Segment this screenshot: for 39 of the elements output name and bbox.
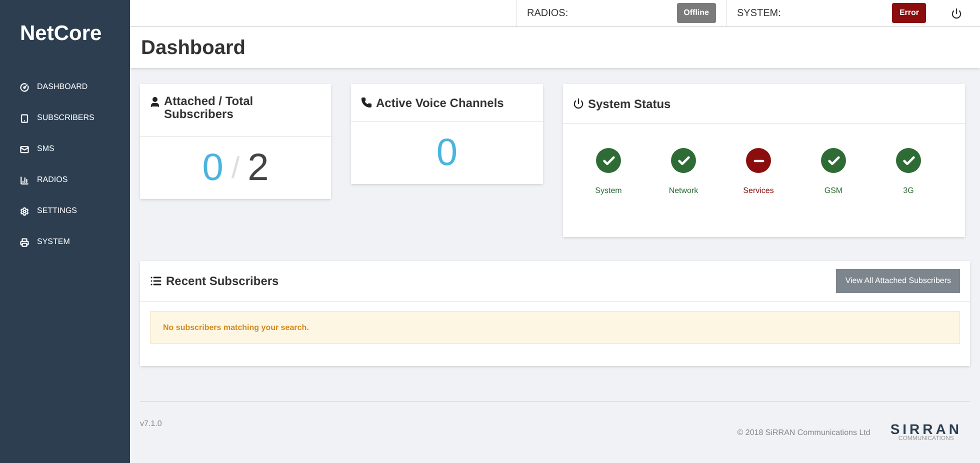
status-badge: Error (892, 3, 926, 23)
indicator-label: RADIOS: (527, 6, 568, 20)
signal-bars-icon (20, 176, 29, 184)
total-count: 2 (248, 146, 269, 190)
sidebar-item[interactable]: DASHBOARD (0, 72, 130, 102)
page-title: Dashboard (141, 36, 246, 60)
status-label: 3G (903, 185, 914, 197)
dashboard-icon (20, 82, 29, 92)
mail-icon (20, 144, 29, 154)
printer-icon (20, 238, 29, 246)
user-icon (149, 96, 161, 108)
tablet-icon (20, 114, 29, 122)
view-all-button[interactable]: View All Attached Subscribers (836, 269, 960, 293)
indicator-label: SYSTEM: (737, 6, 781, 20)
status-label: Network (668, 185, 698, 197)
card-title: System Status (588, 96, 671, 112)
separator: / (231, 150, 240, 186)
brand-logo: NetCore (19, 21, 103, 47)
attached-count: 0 (202, 146, 224, 190)
phone-icon (361, 97, 372, 108)
voice-count: 0 (436, 130, 458, 176)
list-icon (150, 275, 162, 287)
version-text: v7.1.0 (140, 418, 162, 430)
copyright-text: © 2018 SiRRAN Communications Ltd (737, 426, 870, 438)
sidebar-item[interactable]: RADIOS (0, 164, 130, 196)
status-label: Services (743, 185, 774, 197)
sidebar-item[interactable]: SUBSCRIBERS (0, 102, 130, 134)
sidebar-item[interactable]: SYSTEM (0, 226, 130, 258)
settings-icon (20, 206, 29, 216)
card-title: Attached / Total Subscribers (164, 95, 254, 121)
card-title: Active Voice Channels (376, 94, 504, 112)
status-badge: Offline (676, 3, 716, 23)
sidebar-item[interactable]: SETTINGS (0, 196, 130, 226)
power-icon (573, 98, 584, 109)
empty-message: No subscribers matching your search. (163, 322, 309, 334)
status-label: System (595, 185, 622, 197)
status-label: GSM (824, 185, 843, 197)
panel-title: Recent Subscribers (166, 273, 279, 290)
sidebar-item[interactable]: SMS (0, 134, 130, 164)
